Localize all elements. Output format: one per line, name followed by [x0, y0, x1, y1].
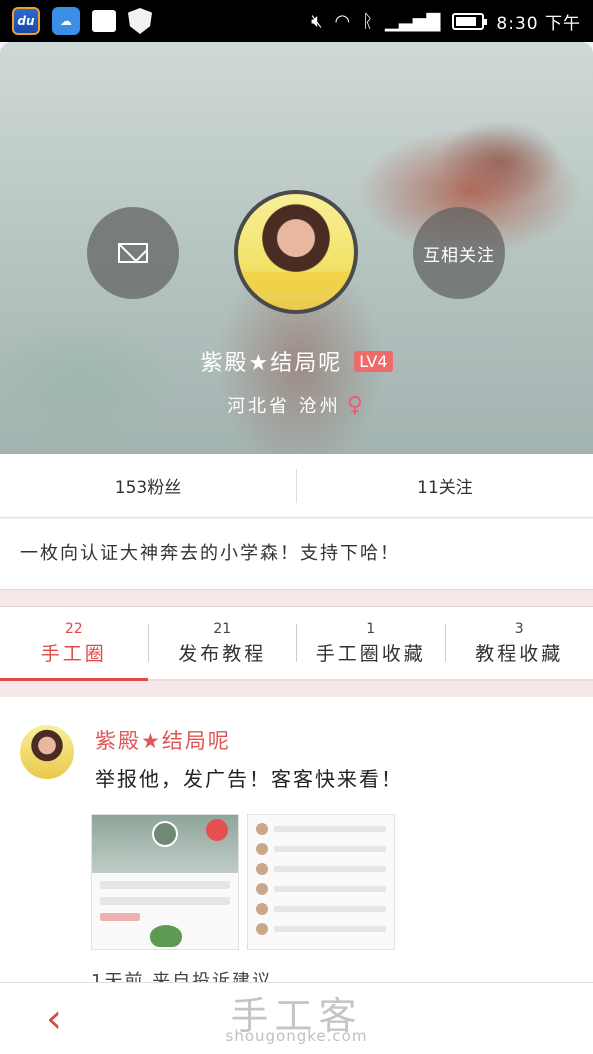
tab-count: 1 [366, 620, 376, 637]
tab-label: 教程收藏 [475, 642, 564, 665]
post-username[interactable]: 紫殿★结局呢 [95, 725, 231, 755]
profile-location-row: 河北省 沧州 ♀ [0, 392, 593, 418]
profile-bio: 一枚向认证大神奔去的小学森！支持下哈！ [0, 519, 593, 589]
fans-count[interactable]: 153粉丝 [0, 473, 296, 498]
status-bar: du ☁ 🔇︎ ◠ ᚱ ▁▃▅▇ 8:30 下午 [0, 0, 593, 42]
battery-icon [452, 12, 488, 30]
profile-username: 紫殿★结局呢 [200, 351, 343, 376]
gallery-icon [92, 10, 116, 32]
watermark-url: shougongke.com [225, 1027, 368, 1045]
tab-tutorial-favorites[interactable]: 3 教程收藏 [446, 607, 593, 679]
post-item[interactable]: 紫殿★结局呢 举报他，发广告！客客快来看！ 1天前 来自投诉建议 [0, 697, 593, 987]
post-image[interactable] [91, 814, 239, 950]
follow-button[interactable]: 互相关注 [413, 207, 505, 299]
tab-count: 21 [213, 620, 232, 637]
sim-icon: ᚱ [362, 10, 374, 32]
wifi-icon: ◠ [334, 10, 351, 32]
stats-bar: 153粉丝 11关注 [0, 454, 593, 518]
content-tabs: 22 手工圈 21 发布教程 1 手工圈收藏 3 教程收藏 [0, 607, 593, 681]
du-browser-icon: du [12, 7, 40, 35]
profile-header: 互相关注 紫殿★结局呢 LV4 河北省 沧州 ♀ [0, 42, 593, 454]
tab-count: 3 [514, 620, 524, 637]
mute-icon: 🔇︎ [311, 10, 323, 32]
profile-avatar[interactable] [234, 190, 358, 314]
clock: 8:30 下午 [496, 13, 581, 34]
tab-count: 22 [64, 620, 83, 637]
tab-label: 手工圈收藏 [315, 642, 426, 665]
profile-location: 河北省 沧州 [227, 396, 341, 417]
tab-label: 发布教程 [178, 642, 267, 665]
tab-circle-favorites[interactable]: 1 手工圈收藏 [297, 607, 445, 679]
divider [0, 589, 593, 607]
post-text: 举报他，发广告！客客快来看！ [95, 767, 403, 791]
tab-published-tutorials[interactable]: 21 发布教程 [149, 607, 297, 679]
tab-handcraft-circle[interactable]: 22 手工圈 [0, 607, 148, 681]
avatar[interactable] [18, 723, 76, 781]
profile-name-row: 紫殿★结局呢 LV4 [0, 345, 593, 377]
following-count[interactable]: 11关注 [297, 473, 593, 498]
level-badge: LV4 [354, 350, 393, 372]
bottom-bar: ‹ 手工客 shougongke.com [0, 982, 593, 1054]
message-button[interactable] [87, 207, 179, 299]
tab-label: 手工圈 [40, 642, 107, 665]
post-image[interactable] [247, 814, 395, 950]
shield-icon [128, 8, 152, 34]
signal-icon: ▁▃▅▇ [385, 10, 441, 32]
divider [0, 681, 593, 697]
weather-icon: ☁ [52, 7, 80, 35]
female-icon: ♀ [346, 392, 366, 418]
envelope-icon [118, 243, 148, 263]
